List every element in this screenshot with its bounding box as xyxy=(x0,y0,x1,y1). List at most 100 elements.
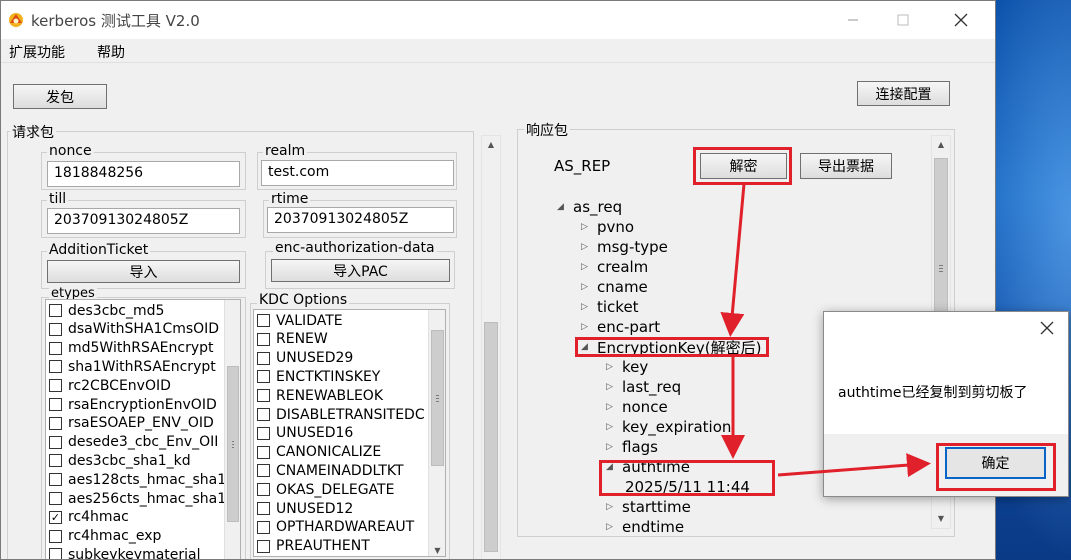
checkbox-row[interactable]: dsaWithSHA1CmsOID xyxy=(49,320,224,339)
minimize-button[interactable] xyxy=(833,7,873,33)
checkbox[interactable] xyxy=(49,454,62,468)
response-scroll-up-icon[interactable]: ▲ xyxy=(932,138,950,152)
checkbox-row[interactable]: RENEW xyxy=(257,330,429,349)
realm-input[interactable]: test.com xyxy=(261,160,454,186)
checkbox-row[interactable]: rsaEncryptionEnvOID xyxy=(49,395,224,414)
expand-arrow-icon[interactable]: ▷ xyxy=(606,402,620,412)
checkbox-row[interactable]: ✓ rc4hmac xyxy=(49,508,224,527)
checkbox-row[interactable]: des3cbc_sha1_kd xyxy=(49,451,224,470)
checkbox[interactable] xyxy=(257,445,270,459)
checkbox-row[interactable]: rc4hmac_exp xyxy=(49,527,224,546)
etypes-scroll-thumb[interactable] xyxy=(227,366,239,522)
checkbox-row[interactable]: rc2CBCEnvOID xyxy=(49,376,224,395)
checkbox[interactable] xyxy=(49,398,62,411)
tree-node[interactable]: ▷ cname xyxy=(581,277,648,297)
checkbox-row[interactable]: VALIDATE xyxy=(257,311,429,330)
checkbox[interactable]: ✓ xyxy=(49,510,62,524)
checkbox-row[interactable]: subkeykeymaterial xyxy=(49,545,224,559)
expand-arrow-icon[interactable]: ▷ xyxy=(606,442,620,452)
checkbox[interactable] xyxy=(49,304,62,317)
request-panel-scrollbar[interactable]: ▲ xyxy=(481,135,501,559)
checkbox-row[interactable]: OPTHARDWAREAUT xyxy=(257,518,429,537)
send-packet-button[interactable]: 发包 xyxy=(13,84,107,109)
checkbox[interactable] xyxy=(257,502,270,515)
checkbox-row[interactable]: DISABLETRANSITEDC xyxy=(257,405,429,424)
checkbox-row[interactable]: ENCTKTINSKEY xyxy=(257,367,429,386)
tree-node[interactable]: ▷ key_expiration xyxy=(606,417,731,437)
checkbox[interactable] xyxy=(257,408,270,421)
till-input[interactable]: 20370913024805Z xyxy=(47,208,240,234)
checkbox-row[interactable]: CANONICALIZE xyxy=(257,443,429,462)
checkbox[interactable] xyxy=(49,360,62,374)
etypes-list[interactable]: subkeykeymaterial rc4hmac_exp ✓ rc4hmac aes2… xyxy=(45,299,241,559)
checkbox-row[interactable]: md5WithRSAEncrypt xyxy=(49,339,224,358)
maximize-button[interactable] xyxy=(883,7,923,33)
checkbox[interactable] xyxy=(49,322,62,336)
tree-node[interactable]: ▷ crealm xyxy=(581,257,648,277)
checkbox[interactable] xyxy=(49,473,62,487)
kdc-scroll-thumb[interactable] xyxy=(431,330,444,466)
expand-arrow-icon[interactable]: ▷ xyxy=(606,382,620,392)
tree-node[interactable]: ▷ nonce xyxy=(606,397,668,417)
expand-arrow-icon[interactable]: ▷ xyxy=(606,422,620,432)
request-scroll-thumb[interactable] xyxy=(484,322,498,552)
checkbox-row[interactable]: aes128cts_hmac_sha1 xyxy=(49,470,224,489)
checkbox[interactable] xyxy=(49,416,62,430)
close-button[interactable] xyxy=(941,7,981,33)
checkbox[interactable] xyxy=(257,464,270,478)
etypes-scrollbar[interactable] xyxy=(224,300,240,559)
checkbox-row[interactable]: PREAUTHENT xyxy=(257,537,429,556)
expand-arrow-icon[interactable]: ▷ xyxy=(581,282,595,292)
checkbox[interactable] xyxy=(257,520,270,534)
checkbox-row[interactable]: UNUSED12 xyxy=(257,499,429,518)
kdc-options-list[interactable]: PREAUTHENT OPTHARDWAREAUT UNUSED12 OKAS_DEL… xyxy=(253,309,446,557)
menu-extensions[interactable]: 扩展功能 xyxy=(9,42,65,62)
import-pac-button[interactable]: 导入PAC xyxy=(271,259,450,282)
tree-node[interactable]: ▷ msg-type xyxy=(581,237,668,257)
tree-node[interactable]: ◢ as_req xyxy=(557,197,622,217)
expand-arrow-icon[interactable]: ▷ xyxy=(581,222,595,232)
checkbox-row[interactable]: desede3_cbc_Env_OII xyxy=(49,433,224,452)
nonce-input[interactable]: 1818848256 xyxy=(47,161,240,187)
checkbox-row[interactable]: aes256cts_hmac_sha1 xyxy=(49,489,224,508)
checkbox-row[interactable]: rsaESOAEP_ENV_OID xyxy=(49,414,224,433)
expand-arrow-icon[interactable]: ▷ xyxy=(581,242,595,252)
rtime-input[interactable]: 20370913024805Z xyxy=(267,207,454,233)
checkbox[interactable] xyxy=(257,351,270,365)
title-bar[interactable]: kerberos 测试工具 V2.0 xyxy=(1,1,995,39)
checkbox[interactable] xyxy=(49,529,62,543)
scroll-up-icon[interactable]: ▲ xyxy=(482,138,500,152)
checkbox[interactable] xyxy=(257,426,270,440)
checkbox[interactable] xyxy=(257,370,270,384)
checkbox-row[interactable]: CNAMEINADDLTKT xyxy=(257,461,429,480)
response-scroll-down-icon[interactable]: ▼ xyxy=(932,512,950,526)
expand-arrow-icon[interactable]: ▷ xyxy=(606,502,620,512)
import-ticket-button[interactable]: 导入 xyxy=(47,260,240,283)
kdc-options-scrollbar[interactable]: ▼ xyxy=(428,310,445,556)
tree-node[interactable]: ▷ starttime xyxy=(606,497,691,517)
checkbox[interactable] xyxy=(257,483,270,497)
checkbox-row[interactable]: sha1WithRSAEncrypt xyxy=(49,357,224,376)
kdc-scroll-down-icon[interactable]: ▼ xyxy=(429,544,445,556)
checkbox[interactable] xyxy=(49,379,62,393)
checkbox[interactable] xyxy=(49,435,62,449)
export-ticket-button[interactable]: 导出票据 xyxy=(800,153,892,179)
tree-node[interactable]: ▷ pvno xyxy=(581,217,634,237)
checkbox[interactable] xyxy=(257,539,270,553)
expand-arrow-icon[interactable]: ▷ xyxy=(606,522,620,532)
tree-node[interactable]: ▷ enc-part xyxy=(581,317,660,337)
tree-node[interactable]: ▷ ticket xyxy=(581,297,639,317)
checkbox[interactable] xyxy=(49,548,62,559)
tree-node[interactable]: ▷ flags xyxy=(606,437,658,457)
menu-help[interactable]: 帮助 xyxy=(97,42,125,62)
checkbox[interactable] xyxy=(257,314,270,327)
connection-config-button[interactable]: 连接配置 xyxy=(857,81,950,106)
tree-node[interactable]: ▷ key xyxy=(606,357,648,377)
dialog-close-button[interactable] xyxy=(1040,321,1054,339)
checkbox-row[interactable]: des3cbc_md5 xyxy=(49,301,224,320)
checkbox-row[interactable]: UNUSED29 xyxy=(257,349,429,368)
checkbox[interactable] xyxy=(257,332,270,346)
expand-arrow-icon[interactable]: ▷ xyxy=(581,262,595,272)
tree-node[interactable]: ▷ endtime xyxy=(606,517,684,537)
checkbox-row[interactable]: RENEWABLEOK xyxy=(257,386,429,405)
